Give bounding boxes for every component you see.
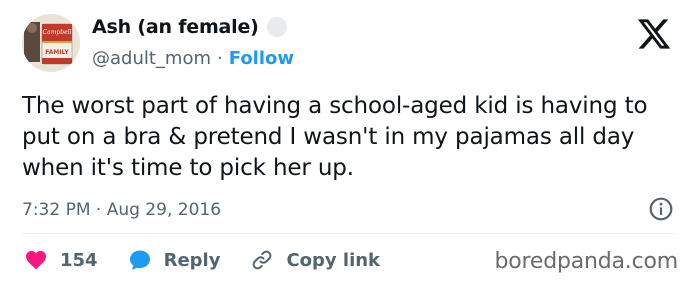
like-button[interactable]: 154 [24,248,98,272]
action-bar: 154 Reply Copy link [24,248,410,272]
x-logo-icon[interactable] [636,16,672,52]
svg-text:FAMILY: FAMILY [45,49,69,56]
info-icon[interactable] [648,196,674,222]
author-name[interactable]: Ash (an female) [92,16,259,38]
speech-bubble-icon [129,250,150,270]
tweet-timestamp[interactable]: 7:32 PM · Aug 29, 2016 [22,200,221,220]
copy-link-button[interactable]: Copy link [250,248,380,272]
reply-label: Reply [163,249,221,271]
author-name-row: Ash (an female) [92,16,287,38]
author-handle[interactable]: @adult_mom [92,48,211,69]
follow-button[interactable]: Follow [229,48,294,69]
copy-link-label: Copy link [286,249,381,271]
divider [22,233,677,234]
watermark: boredpanda.com [494,249,678,274]
author-handle-row: @adult_mom · Follow [92,48,294,69]
svg-text:Campbell: Campbell [43,29,72,36]
reply-button[interactable]: Reply [128,248,221,272]
separator: · [217,48,223,69]
heart-icon [26,251,46,270]
tweet-text: The worst part of having a school-aged k… [22,93,648,181]
link-icon [253,250,272,270]
soup-can-avatar-icon: Campbell FAMILY [22,14,80,72]
like-count: 154 [60,249,98,271]
avatar[interactable]: Campbell FAMILY [22,14,80,72]
badge-icon [266,17,287,37]
